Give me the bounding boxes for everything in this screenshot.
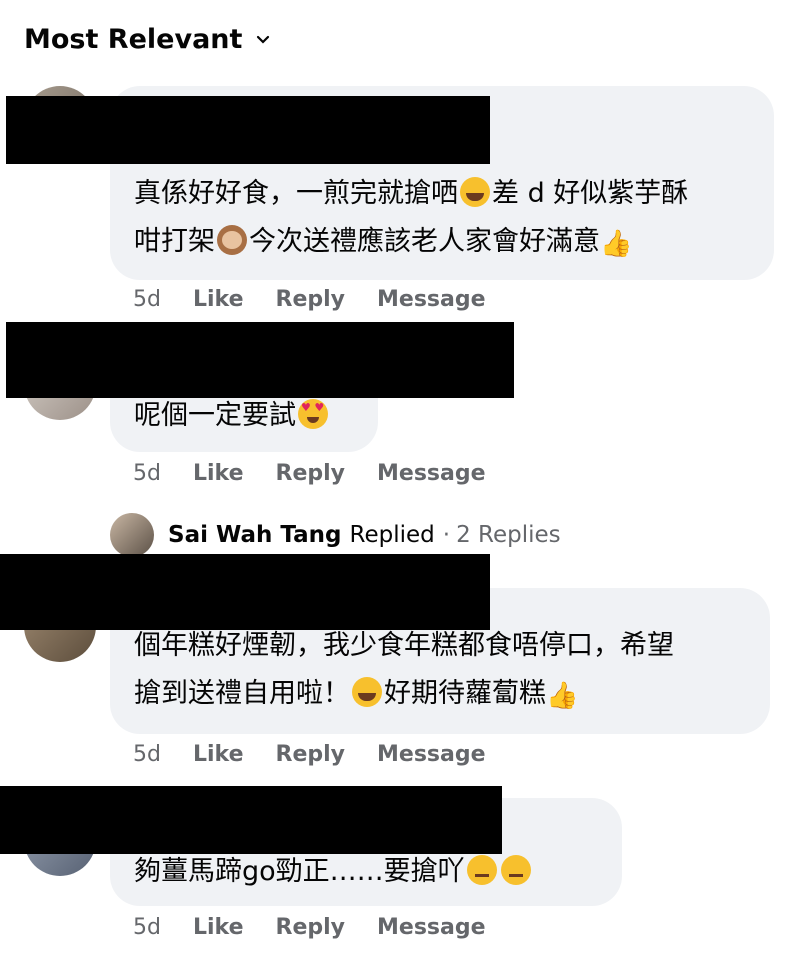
comment-actions: 5d Like Reply Message (133, 461, 486, 486)
comment-timestamp[interactable]: 5d (133, 461, 161, 486)
view-replies-link[interactable]: Sai Wah Tang Replied · 2 Replies (110, 513, 561, 557)
see-no-evil-monkey-icon (217, 225, 247, 255)
separator-dot: · (442, 522, 451, 548)
reply-button[interactable]: Reply (276, 915, 346, 940)
like-button[interactable]: Like (193, 461, 244, 486)
thumbs-up-icon: 👍 (546, 681, 579, 711)
chevron-down-icon (257, 35, 270, 44)
message-button[interactable]: Message (377, 287, 486, 312)
replier-name: Sai Wah Tang (168, 522, 342, 548)
comment-text-line: 咁打架 今次送禮應該老人家會好滿意👍 (134, 218, 750, 268)
comment-actions: 5d Like Reply Message (133, 287, 486, 312)
message-button[interactable]: Message (377, 461, 486, 486)
comment-actions: 5d Like Reply Message (133, 742, 486, 767)
comment-text-line: 夠薑馬蹄go勁正……要搶吖 (134, 848, 598, 896)
redaction-block (0, 554, 490, 630)
laughing-emoji-icon (460, 177, 490, 207)
sort-label: Most Relevant (24, 24, 243, 55)
like-button[interactable]: Like (193, 742, 244, 767)
sort-dropdown[interactable]: Most Relevant (24, 24, 270, 55)
redaction-block (6, 322, 514, 398)
comment-timestamp[interactable]: 5d (133, 287, 161, 312)
comment-timestamp[interactable]: 5d (133, 915, 161, 940)
reply-button[interactable]: Reply (276, 461, 346, 486)
reply-count: 2 Replies (456, 522, 561, 548)
replied-label: Replied (349, 522, 435, 548)
comment-text-line: 真係好好食，一煎完就搶哂差 d 好似紫芋酥 (134, 177, 689, 209)
like-button[interactable]: Like (193, 915, 244, 940)
reply-button[interactable]: Reply (276, 742, 346, 767)
avatar (110, 513, 154, 557)
heart-eyes-emoji-icon (298, 399, 328, 429)
comment-actions: 5d Like Reply Message (133, 915, 486, 940)
message-button[interactable]: Message (377, 915, 486, 940)
thumbs-up-icon: 👍 (600, 229, 633, 259)
laughing-emoji-icon (352, 677, 382, 707)
redaction-block (0, 786, 502, 854)
comment-text-line: 呢個一定要試 (134, 392, 354, 440)
redaction-block (6, 96, 490, 164)
raised-eyebrow-emoji-icon (500, 855, 531, 885)
comment-text-line: 搶到送禮自用啦！ 好期待蘿蔔糕👍 (134, 670, 746, 720)
message-button[interactable]: Message (377, 742, 486, 767)
reply-button[interactable]: Reply (276, 287, 346, 312)
comment-timestamp[interactable]: 5d (133, 742, 161, 767)
like-button[interactable]: Like (193, 287, 244, 312)
raised-eyebrow-emoji-icon (466, 855, 497, 885)
